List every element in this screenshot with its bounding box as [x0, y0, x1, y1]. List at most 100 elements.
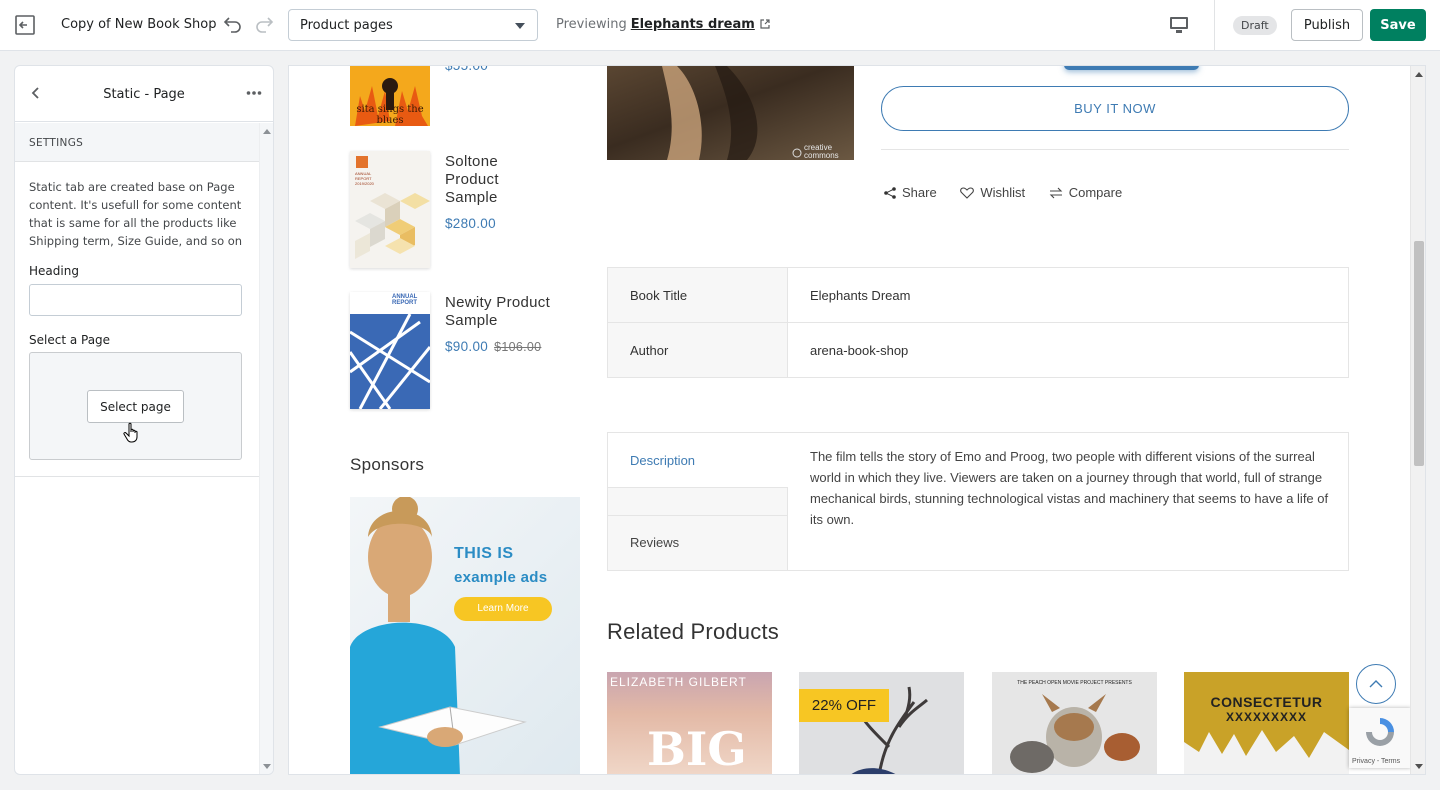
- sponsors-heading: Sponsors: [350, 455, 425, 474]
- template-select[interactable]: Product pages: [288, 9, 538, 41]
- product-cover-title: sita sings the blues: [356, 104, 424, 126]
- heart-icon: [960, 186, 975, 199]
- ad-line-2: example ads: [454, 569, 548, 586]
- table-row: Author arena-book-shop: [607, 322, 1349, 378]
- publish-button[interactable]: Publish: [1291, 9, 1363, 41]
- info-value: arena-book-shop: [787, 322, 1349, 378]
- related-cover-title: CONSECTETUR: [1210, 694, 1323, 710]
- table-row: Book Title Elephants Dream: [607, 267, 1349, 323]
- panel-scrollbar[interactable]: [259, 123, 273, 774]
- product-info-table: Book Title Elephants Dream Author arena-…: [607, 267, 1349, 378]
- compare-label: Compare: [1068, 185, 1123, 200]
- share-icon: [884, 186, 896, 199]
- related-product-card[interactable]: THE PEACH OPEN MOVIE PROJECT PRESENTS: [992, 672, 1157, 774]
- chevron-up-icon: [1369, 680, 1383, 688]
- panel-description: Static tab are created base on Page cont…: [29, 180, 243, 248]
- product-price: $280.00: [445, 216, 496, 231]
- chevron-down-icon: [515, 23, 525, 29]
- related-cover-title: THE PEACH OPEN MOVIE PROJECT PRESENTS: [1017, 680, 1132, 686]
- tabs-list: Description Reviews: [608, 433, 788, 570]
- tab-description-label: Description: [630, 453, 696, 468]
- related-cover-subtitle: XXXXXXXXX: [1225, 710, 1308, 724]
- hand-cursor-icon: [123, 422, 138, 443]
- scrollbar-thumb[interactable]: [1414, 241, 1424, 466]
- settings-section-header: SETTINGS: [15, 123, 259, 162]
- creatures-image: [1010, 694, 1140, 773]
- settings-section-label: SETTINGS: [29, 137, 84, 149]
- desktop-icon[interactable]: [1168, 15, 1190, 35]
- product-price: $55.00: [445, 65, 489, 73]
- related-products-heading: Related Products: [607, 619, 779, 644]
- product-cover-title: ANNUAL REPORT 2019/2020: [355, 171, 374, 186]
- product-price: $90.00 $106.00: [445, 339, 542, 354]
- add-to-cart-button-partial[interactable]: [1064, 66, 1199, 70]
- woman-reading-image: [350, 497, 527, 774]
- back-to-top-button[interactable]: [1356, 664, 1396, 704]
- editor-topbar: Copy of New Book Shop Product pages Prev…: [0, 0, 1440, 51]
- related-cover-title: ELIZABETH GILBERT: [610, 675, 747, 689]
- buy-it-now-button[interactable]: BUY IT NOW: [881, 86, 1349, 131]
- compare-icon: [1049, 187, 1063, 198]
- panel-title: Static - Page: [103, 87, 185, 102]
- ad-learn-more-button[interactable]: Learn More: [454, 597, 552, 621]
- divider: [881, 149, 1349, 150]
- product-actions: Share Wishlist Compare: [884, 185, 1142, 202]
- scroll-up-arrow-icon[interactable]: [1415, 72, 1423, 77]
- save-button[interactable]: Save: [1370, 9, 1426, 41]
- recaptcha-badge[interactable]: Privacy - Terms: [1349, 708, 1411, 768]
- share-label: Share: [902, 185, 937, 200]
- tab-static-page[interactable]: [608, 488, 788, 516]
- discount-badge: 22% OFF: [799, 689, 889, 722]
- related-cover-big: BIG: [647, 722, 747, 775]
- product-thumbnail-soltone[interactable]: ANNUAL REPORT 2019/2020: [350, 151, 430, 268]
- more-options-icon[interactable]: [246, 90, 262, 96]
- tab-reviews[interactable]: Reviews: [630, 535, 679, 550]
- product-tabs: Description Reviews The film tells the s…: [607, 432, 1349, 571]
- image-watermark: creative commons: [804, 143, 839, 160]
- topbar-divider: [1214, 0, 1215, 50]
- panel-header: Static - Page: [15, 66, 273, 122]
- recaptcha-links[interactable]: Privacy - Terms: [1352, 758, 1400, 765]
- compare-action[interactable]: Compare: [1049, 185, 1122, 200]
- info-key: Book Title: [607, 267, 788, 323]
- previewing-product-link[interactable]: Elephants dream: [631, 17, 755, 32]
- tab-description[interactable]: Description: [608, 433, 788, 488]
- select-page-label: Select a Page: [29, 333, 111, 347]
- scroll-up-arrow-icon[interactable]: [263, 129, 271, 134]
- product-name[interactable]: Newity Product Sample: [445, 294, 575, 330]
- product-old-price: $106.00: [494, 340, 542, 354]
- scroll-down-arrow-icon[interactable]: [263, 764, 271, 769]
- product-thumbnail-newity[interactable]: ANNUAL REPORT: [350, 292, 430, 409]
- settings-panel: Static - Page SETTINGS Static tab are cr…: [14, 65, 274, 775]
- wishlist-action[interactable]: Wishlist: [960, 185, 1025, 200]
- exit-icon[interactable]: [14, 14, 36, 36]
- product-name[interactable]: Soltone Product Sample: [445, 153, 555, 207]
- related-product-card[interactable]: 22% OFF: [799, 672, 964, 774]
- store-name: Copy of New Book Shop: [61, 17, 217, 32]
- product-cover-title: ANNUAL REPORT: [392, 294, 418, 306]
- sponsor-ad-banner[interactable]: THIS IS example ads Learn More: [350, 497, 580, 774]
- preview-scrollbar[interactable]: [1410, 66, 1425, 774]
- ad-line-1: THIS IS: [454, 545, 514, 562]
- external-link-icon[interactable]: [760, 19, 770, 29]
- product-main-image[interactable]: creative commons: [607, 66, 854, 160]
- redo-icon[interactable]: [254, 13, 276, 35]
- select-page-button[interactable]: Select page: [87, 390, 184, 423]
- previewing-info: Previewing Elephants dream: [556, 17, 770, 32]
- share-action[interactable]: Share: [884, 185, 937, 200]
- related-product-card[interactable]: CONSECTETUR XXXXXXXXX: [1184, 672, 1349, 774]
- heading-input[interactable]: [29, 284, 242, 316]
- store-preview-frame: sita sings the blues $55.00 ANNUAL REPOR…: [288, 65, 1426, 775]
- heading-label: Heading: [29, 264, 79, 278]
- product-thumbnail-sita[interactable]: sita sings the blues: [350, 66, 430, 126]
- tab-description-content: The film tells the story of Emo and Proo…: [810, 449, 1329, 527]
- related-product-card[interactable]: ELIZABETH GILBERT BIG: [607, 672, 772, 775]
- info-key: Author: [607, 322, 788, 378]
- template-select-value: Product pages: [300, 18, 393, 33]
- status-badge: Draft: [1233, 16, 1277, 35]
- scroll-down-arrow-icon[interactable]: [1415, 764, 1423, 769]
- panel-divider: [15, 476, 259, 477]
- undo-icon[interactable]: [221, 13, 243, 35]
- previewing-label: Previewing: [556, 17, 627, 32]
- deer-antler-image: [851, 686, 928, 774]
